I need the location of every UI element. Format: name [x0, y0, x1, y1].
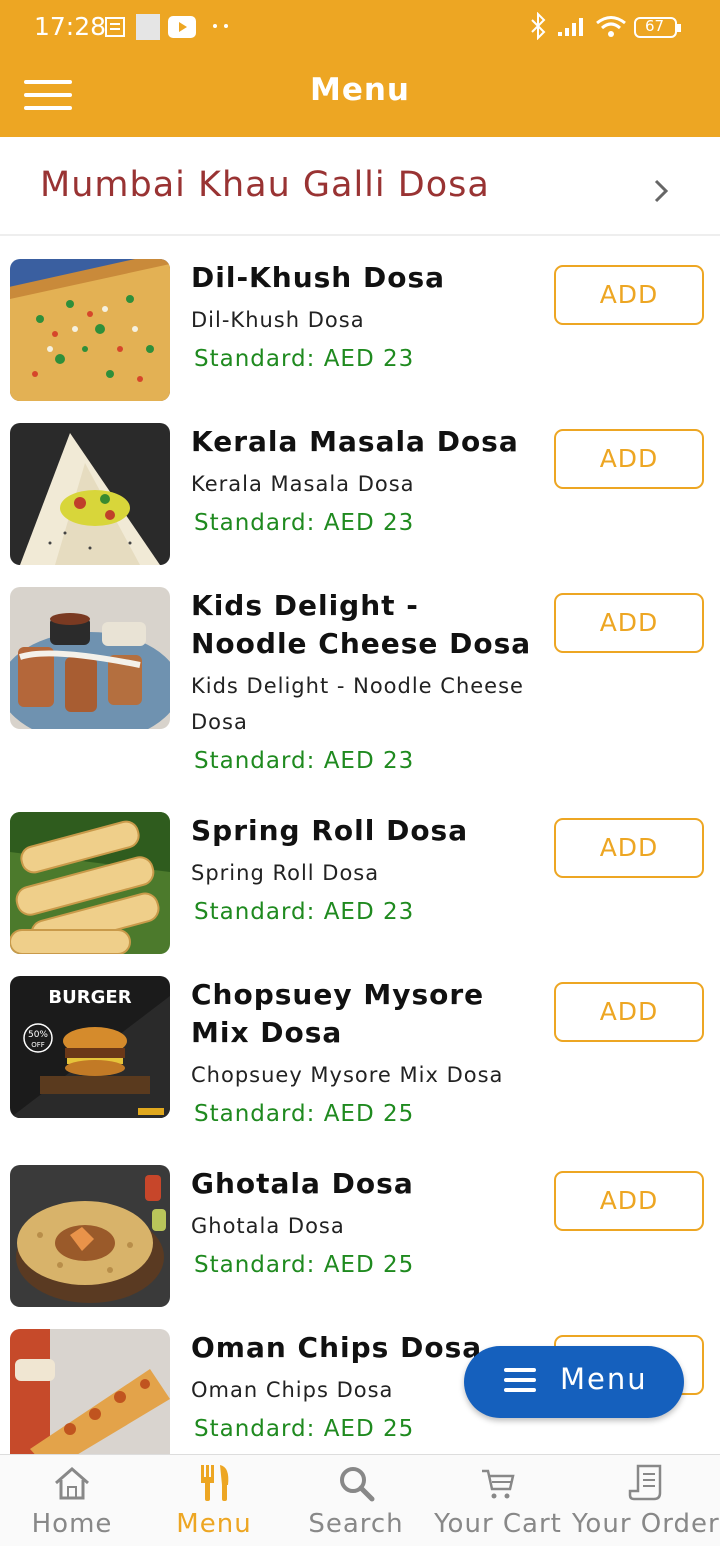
item-name: Chopsuey Mysore Mix Dosa [191, 978, 485, 1049]
status-bar: 17:28 67 [0, 0, 720, 56]
notification-icon [105, 17, 125, 37]
nav-label: Search [308, 1509, 404, 1539]
bluetooth-icon [531, 12, 546, 40]
home-icon [55, 1467, 89, 1500]
battery-level: 67 [645, 17, 665, 35]
ghotala-dosa-image [10, 1165, 170, 1307]
restaurant-name: Mumbai Khau Galli Dosa [40, 165, 490, 205]
nav-cart[interactable]: Your Cart [428, 1455, 568, 1546]
restaurant-header[interactable]: Mumbai Khau Galli Dosa [0, 137, 720, 236]
kids-delight-dosa-image [10, 587, 170, 729]
floating-menu-button[interactable]: Menu [464, 1346, 684, 1418]
app-bar: Menu [0, 56, 720, 137]
menu-lines-icon [504, 1368, 536, 1394]
item-description: Kids Delight - Noodle Cheese Dosa [191, 674, 524, 734]
menu-item[interactable]: Dil-Khush Dosa Dil-Khush Dosa Standard: … [0, 259, 720, 409]
page-title: Menu [309, 72, 410, 108]
item-price: Standard: AED 23 [194, 346, 415, 372]
item-description: Chopsuey Mysore Mix Dosa [191, 1063, 504, 1087]
menu-item-list: Dil-Khush Dosa Dil-Khush Dosa Standard: … [0, 238, 720, 1454]
app-notification-icon [136, 14, 160, 40]
menu-item[interactable]: Ghotala Dosa Ghotala Dosa Standard: AED … [0, 1165, 720, 1315]
oman-chips-dosa-image [10, 1329, 170, 1454]
item-price: Standard: AED 25 [194, 1101, 415, 1127]
item-name: Spring Roll Dosa [191, 814, 469, 847]
more-notifications-icon [213, 24, 228, 28]
item-name: Kids Delight - Noodle Cheese Dosa [191, 589, 532, 660]
utensils-icon [201, 1465, 229, 1501]
nav-label: Your Cart [434, 1509, 562, 1539]
nav-label: Your Orders [572, 1509, 720, 1539]
nav-label: Menu [176, 1509, 252, 1539]
item-description: Spring Roll Dosa [191, 861, 380, 885]
search-icon [340, 1467, 375, 1502]
menu-item[interactable]: Kids Delight - Noodle Cheese Dosa Kids D… [0, 587, 720, 797]
nav-search[interactable]: Search [286, 1455, 426, 1546]
receipt-icon [628, 1464, 662, 1501]
chopsuey-dosa-image: BURGER 50% OFF [10, 976, 170, 1118]
add-button[interactable]: ADD [554, 429, 704, 489]
top-bar: 17:28 67 Menu [0, 0, 720, 137]
nav-orders[interactable]: Your Orders [572, 1455, 720, 1546]
nav-menu[interactable]: Menu [144, 1455, 284, 1546]
nav-home[interactable]: Home [0, 1455, 144, 1546]
burger-badge-sub: OFF [31, 1041, 45, 1049]
wifi-icon [596, 16, 626, 37]
cart-icon [482, 1469, 515, 1499]
add-button[interactable]: ADD [554, 593, 704, 653]
item-price: Standard: AED 23 [194, 748, 415, 774]
item-price: Standard: AED 25 [194, 1416, 415, 1442]
floating-menu-label: Menu [560, 1362, 648, 1396]
item-price: Standard: AED 23 [194, 510, 415, 536]
kerala-masala-dosa-image [10, 423, 170, 565]
signal-icon [558, 18, 583, 36]
item-description: Ghotala Dosa [191, 1214, 345, 1238]
menu-item[interactable]: Kerala Masala Dosa Kerala Masala Dosa St… [0, 423, 720, 573]
add-button[interactable]: ADD [554, 1171, 704, 1231]
bottom-navigation: Home Menu Search Your Cart Your Orders [0, 1454, 720, 1546]
add-button[interactable]: ADD [554, 265, 704, 325]
youtube-icon [168, 16, 196, 38]
chevron-right-icon [654, 179, 669, 203]
item-description: Kerala Masala Dosa [191, 472, 415, 496]
item-name: Kerala Masala Dosa [191, 425, 519, 458]
burger-title: BURGER [48, 987, 131, 1008]
nav-label: Home [31, 1509, 113, 1539]
item-price: Standard: AED 25 [194, 1252, 415, 1278]
menu-item[interactable]: Spring Roll Dosa Spring Roll Dosa Standa… [0, 812, 720, 962]
dil-khush-dosa-image [10, 259, 170, 401]
spring-roll-dosa-image [10, 812, 170, 954]
add-button[interactable]: ADD [554, 818, 704, 878]
menu-item[interactable]: BURGER 50% OFF Chopsuey Mysore Mix Dosa Ch… [0, 976, 720, 1156]
item-description: Dil-Khush Dosa [191, 308, 365, 332]
item-price: Standard: AED 23 [194, 899, 415, 925]
item-name: Dil-Khush Dosa [191, 261, 446, 294]
status-time: 17:28 [34, 12, 107, 41]
item-name: Ghotala Dosa [191, 1167, 414, 1200]
burger-badge: 50% [28, 1030, 48, 1040]
add-button[interactable]: ADD [554, 982, 704, 1042]
